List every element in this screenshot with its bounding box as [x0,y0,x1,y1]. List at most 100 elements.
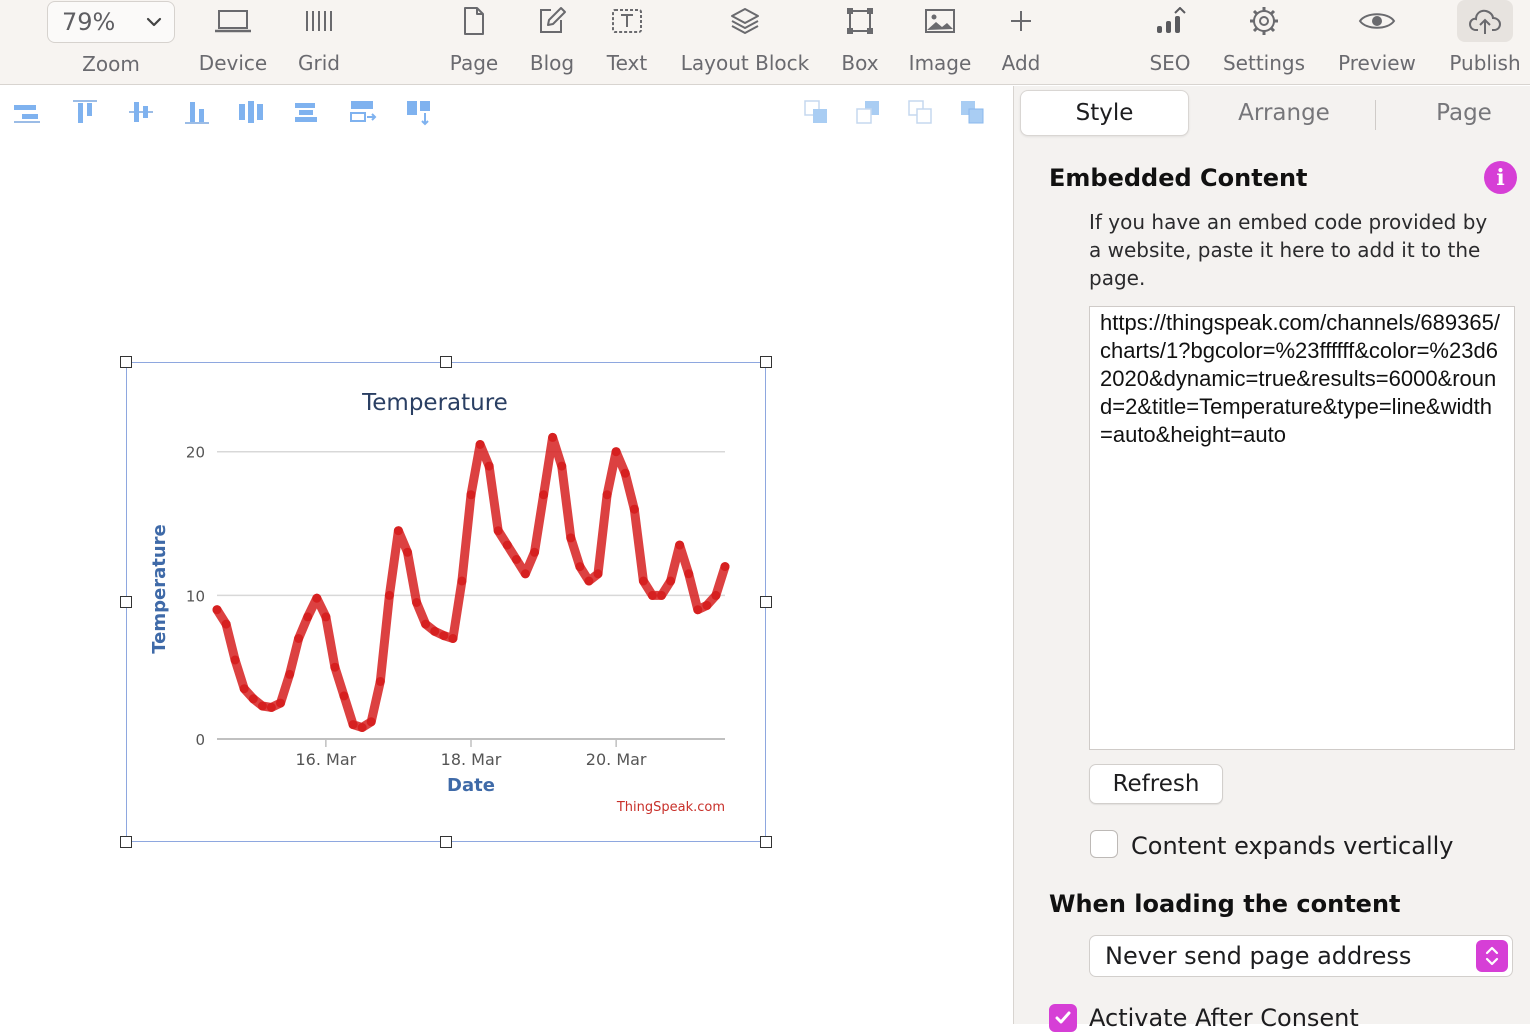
toolbar-label-image: Image [908,51,972,75]
data-point [257,701,267,711]
match-width-icon[interactable] [348,98,378,126]
align-top-icon[interactable] [70,98,100,126]
y-tick-label: 20 [186,444,205,462]
data-point [484,461,494,471]
chart-xlabel: Date [447,775,495,796]
data-point [403,547,412,557]
toolbar-blog[interactable]: Blog [522,0,582,85]
data-point [575,562,585,572]
resize-handle-bottom-left[interactable] [120,836,132,848]
toolbar-device[interactable]: Device [192,0,274,85]
toolbar-grid[interactable]: Grid [289,0,349,85]
info-icon[interactable]: i [1484,161,1517,194]
text-box-icon [612,9,642,33]
toolbar-settings[interactable]: Settings [1216,0,1312,85]
refresh-button[interactable]: Refresh [1089,764,1223,804]
data-point [384,590,394,600]
data-point [502,540,512,550]
laptop-icon [215,10,251,33]
embed-code-textarea[interactable]: https://thingspeak.com/channels/689365/c… [1089,306,1515,750]
toolbar-label-add: Add [1001,51,1041,75]
chart-x-ticks: 16. Mar 18. Mar 20. Mar [295,739,647,769]
chart-title: Temperature [361,390,508,416]
data-point [448,634,458,643]
data-point [303,612,313,622]
align-bottom-icon[interactable] [182,98,212,126]
toolbar-page[interactable]: Page [444,0,504,85]
data-point [611,447,621,457]
tab-page[interactable]: Page [1382,90,1530,136]
data-point [466,490,476,500]
embed-description: If you have an embed code provided by a … [1089,210,1488,290]
select-value: Never send page address [1105,942,1412,970]
resize-handle-top-left[interactable] [120,356,132,368]
bring-to-front-icon[interactable] [906,98,936,126]
data-point [239,684,249,694]
resize-handle-bottom-right[interactable] [760,836,772,848]
eye-icon [1358,13,1396,29]
series-line [212,432,730,732]
checkmark-icon [1055,1011,1071,1024]
data-point [711,590,721,600]
box-icon [847,8,873,34]
x-tick-label: 16. Mar [295,750,356,769]
send-page-address-select[interactable]: Never send page address [1089,935,1513,977]
expands-vertically-checkbox[interactable] [1090,830,1118,858]
activate-after-consent-label: Activate After Consent [1089,1004,1359,1032]
toolbar-layout-block[interactable]: Layout Block [672,0,818,85]
data-point [421,619,431,629]
align-left-edges-icon[interactable] [12,98,42,126]
publish-button[interactable] [1457,0,1513,42]
align-middle-icon[interactable] [126,98,156,126]
distribute-horizontal-icon[interactable] [236,98,266,126]
toolbar-add[interactable]: Add [994,0,1048,85]
toolbar-label-device: Device [198,51,268,75]
editor-canvas[interactable]: Temperature Temperature Date ThingSpeak.… [0,86,1013,1024]
data-point [439,631,449,641]
expands-vertically-label: Content expands vertically [1131,832,1454,860]
resize-handle-top-right[interactable] [760,356,772,368]
toolbar-label-box: Box [841,51,879,75]
send-to-back-icon[interactable] [958,98,988,126]
match-height-icon[interactable] [404,98,434,126]
toolbar-seo[interactable]: SEO [1142,0,1198,85]
data-point [539,490,549,500]
data-point [375,677,385,686]
bring-forward-icon[interactable] [802,98,832,126]
data-point [276,698,285,708]
zoom-control[interactable]: 79% Zoom [47,0,175,85]
toolbar-publish[interactable]: Publish [1442,0,1528,85]
toolbar-label-settings: Settings [1222,51,1306,75]
data-point [557,461,567,471]
main-toolbar: 79% Zoom Device Grid Page Blog Text Layo… [0,0,1530,85]
resize-handle-right[interactable] [760,596,772,608]
data-point [693,605,703,615]
data-point [457,576,467,586]
loading-content-title: When loading the content [1049,890,1401,918]
toolbar-text[interactable]: Text [597,0,657,85]
zoom-select[interactable]: 79% [47,1,175,43]
align-center-horizontal-icon[interactable] [292,98,322,126]
data-point [530,547,539,557]
resize-handle-bottom[interactable] [440,836,452,848]
inspector-panel: Style Arrange Page Embedded Content i If… [1013,86,1530,1032]
activate-after-consent-checkbox[interactable] [1049,1004,1077,1032]
page-icon [464,7,484,35]
embedded-chart-selection[interactable]: Temperature Temperature Date ThingSpeak.… [120,356,772,848]
tab-style[interactable]: Style [1020,90,1189,136]
send-backward-icon[interactable] [854,98,884,126]
embedded-content-title: Embedded Content [1049,164,1308,192]
data-point [475,440,485,449]
data-point [348,720,358,730]
resize-handle-top[interactable] [440,356,452,368]
toolbar-box[interactable]: Box [834,0,886,85]
temperature-chart: Temperature Temperature Date ThingSpeak.… [149,390,730,815]
toolbar-image[interactable]: Image [904,0,976,85]
alignment-bar [0,86,1013,138]
resize-handle-left[interactable] [120,596,132,608]
toolbar-preview[interactable]: Preview [1330,0,1424,85]
data-point [702,600,712,610]
tab-arrange[interactable]: Arrange [1200,90,1368,136]
x-tick-label: 20. Mar [586,750,647,769]
chart-credit: ThingSpeak.com [616,800,725,815]
